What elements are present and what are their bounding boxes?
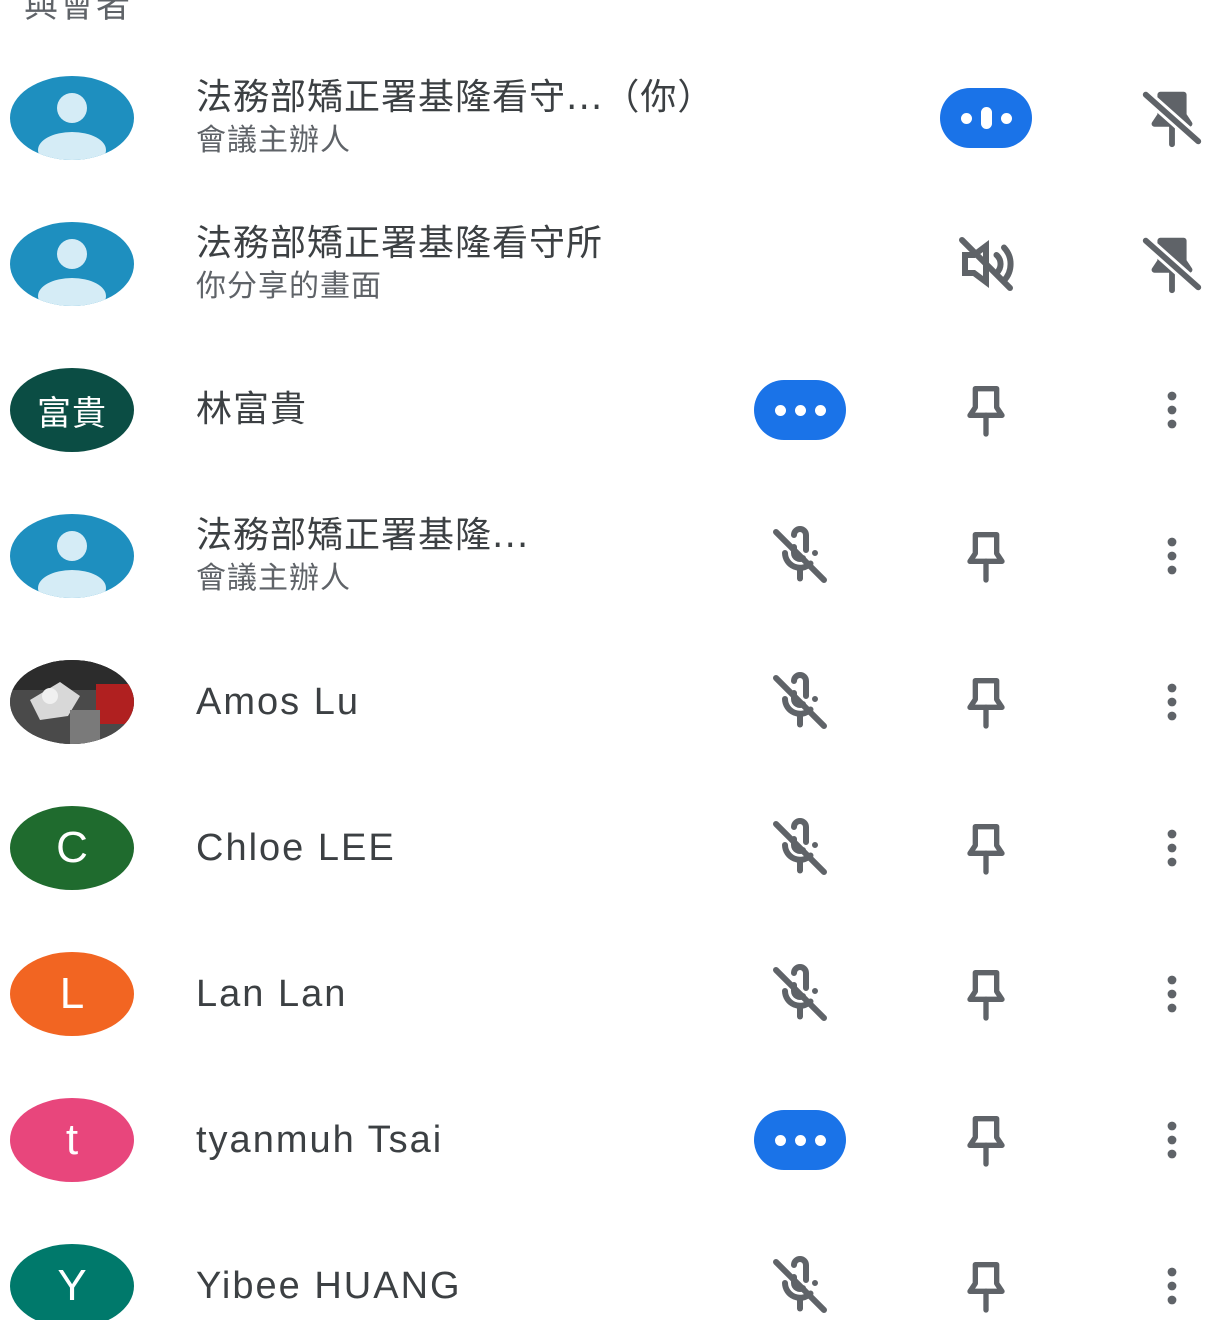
participant-info: 法務部矯正署基隆看守所你分享的畫面 [196,191,603,337]
pin-icon [951,1108,1021,1172]
avatar: Y [10,1244,134,1320]
avatar-initials: 富貴 [37,394,107,433]
more-options-button[interactable] [1124,516,1209,596]
avatar-initials: C [56,823,88,872]
mic-off-icon[interactable] [752,662,848,742]
mic-off-icon[interactable] [752,1246,848,1320]
participant-info: 法務部矯正署基隆看守...（你） 會議主辦人 [196,45,714,191]
avatar: t [10,1098,134,1182]
more-options-button[interactable] [1124,1100,1209,1180]
participant-row[interactable]: 法務部矯正署基隆... 會議主辦人 [0,483,1209,629]
pin-disabled-button [1124,78,1209,158]
more-vert-icon [1148,524,1196,588]
more-vert-icon [1148,1254,1196,1318]
participant-row[interactable]: L Lan Lan [0,921,1209,1067]
pin-icon [951,1254,1021,1318]
avatar: 富貴 [10,368,134,452]
more-options-button[interactable] [1124,954,1209,1034]
speaking-dots-icon [940,88,1032,148]
more-options-button[interactable] [1124,1246,1209,1320]
more-vert-icon [1148,378,1196,442]
participant-row[interactable]: 法務部矯正署基隆看守...（你） 會議主辦人 [0,45,1209,191]
avatar: C [10,806,134,890]
participant-name: Amos Lu [196,681,360,723]
participant-row[interactable]: 法務部矯正署基隆看守所你分享的畫面 [0,191,1209,337]
participant-info: Lan Lan [196,921,347,1067]
participant-info: Chloe LEE [196,775,396,921]
pin-button[interactable] [938,516,1034,596]
pin-icon [951,816,1021,880]
default-person-icon [10,514,134,598]
more-vert-icon [1148,816,1196,880]
participant-info: Yibee HUANG [196,1213,462,1320]
default-person-icon [10,222,134,306]
section-header: 與會者 [24,0,132,26]
audio-off-icon[interactable] [938,224,1034,304]
participant-info: tyanmuh Tsai [196,1067,443,1213]
participant-role: 你分享的畫面 [196,269,382,304]
participant-name: 法務部矯正署基隆看守...（你） [196,77,715,118]
speaking-dots-icon [754,380,846,440]
mic-off-icon[interactable] [752,954,848,1034]
more-vert-icon [1148,670,1196,734]
participant-name: 法務部矯正署基隆... [196,515,530,556]
more-options-button[interactable] [1124,662,1209,742]
pin-icon [951,670,1021,734]
default-person-icon [10,76,134,160]
pin-button[interactable] [938,808,1034,888]
participant-role: 會議主辦人 [196,123,351,158]
pin-button[interactable] [938,1246,1034,1320]
pin-icon [951,524,1021,588]
speaking-indicator [938,78,1034,158]
participant-name: 法務部矯正署基隆看守所 [196,223,604,264]
pin-icon [951,378,1021,442]
pin-button[interactable] [938,662,1034,742]
participant-name: Chloe LEE [196,827,396,869]
mic-off-icon[interactable] [752,808,848,888]
pin-disabled-button [1124,224,1209,304]
pin-disabled-icon [1134,229,1209,299]
pin-icon [951,962,1021,1026]
pin-button[interactable] [938,1100,1034,1180]
participant-info: 林富貴 [196,337,307,483]
participant-row[interactable]: Y Yibee HUANG [0,1213,1209,1320]
speaking-indicator [752,1100,848,1180]
participant-info: Amos Lu [196,629,360,775]
more-options-button[interactable] [1124,370,1209,450]
avatar: L [10,952,134,1036]
participant-row[interactable]: C Chloe LEE [0,775,1209,921]
avatar-initials: t [65,1115,79,1164]
participant-row[interactable]: t tyanmuh Tsai [0,1067,1209,1213]
mic-off-icon[interactable] [752,516,848,596]
more-vert-icon [1148,962,1196,1026]
pin-button[interactable] [938,370,1034,450]
participant-row[interactable]: 富貴 林富貴 [0,337,1209,483]
participant-name: 林富貴 [196,389,308,430]
avatar-initials: L [59,969,85,1018]
pin-button[interactable] [938,954,1034,1034]
participant-name: Lan Lan [196,973,348,1015]
participant-role: 會議主辦人 [196,561,351,596]
participants-panel: 與會者 法務部矯正署基隆看守...（你） 會議主辦人 法務部矯正署基隆看守所你分享… [0,0,1209,1320]
speaking-dots-icon [754,1110,846,1170]
participant-row[interactable]: Amos Lu [0,629,1209,775]
participant-name: Yibee HUANG [196,1265,462,1307]
participant-info: 法務部矯正署基隆... 會議主辦人 [196,483,529,629]
more-options-button[interactable] [1124,808,1209,888]
speaking-indicator [752,370,848,450]
avatar-initials: Y [57,1261,87,1310]
participant-name: tyanmuh Tsai [196,1119,444,1161]
avatar-photo [10,660,134,744]
more-vert-icon [1148,1108,1196,1172]
pin-disabled-icon [1134,83,1209,153]
